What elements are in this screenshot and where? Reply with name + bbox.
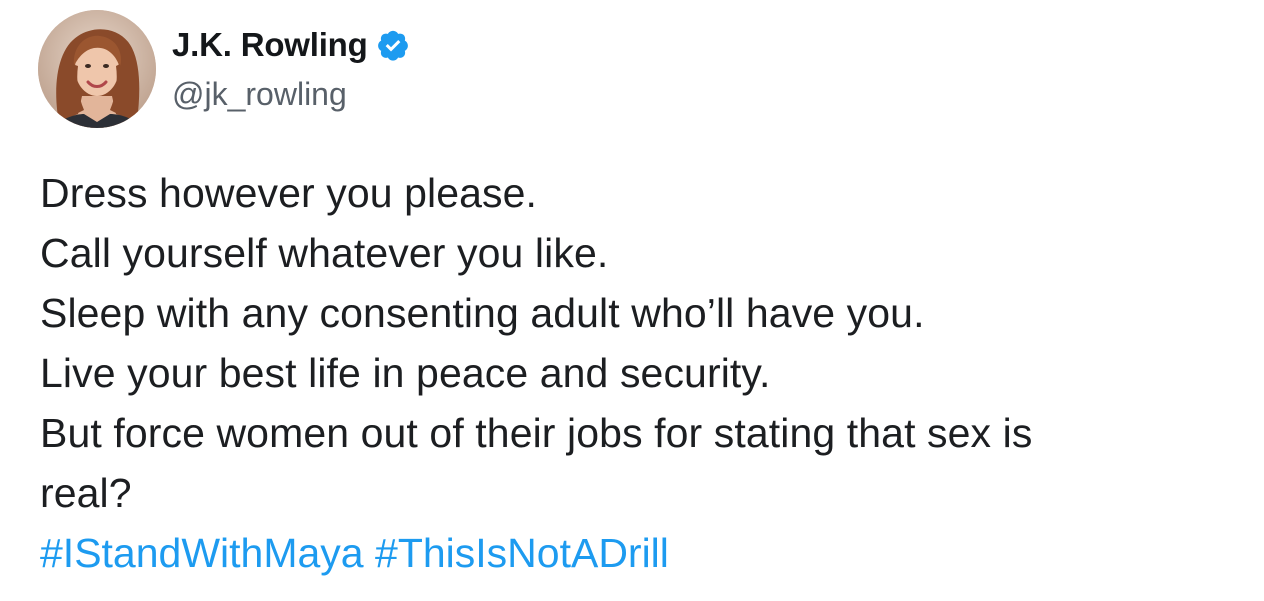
tweet-line: Sleep with any consenting adult who’ll h… xyxy=(40,290,925,336)
author-name-row: J.K. Rowling xyxy=(172,24,410,66)
tweet-text: Dress however you please. Call yourself … xyxy=(40,163,1262,583)
author-handle[interactable]: @jk_rowling xyxy=(172,76,347,113)
hashtag-row: #IStandWithMaya #ThisIsNotADrill xyxy=(40,523,1262,583)
verified-badge-icon xyxy=(376,28,410,62)
display-name[interactable]: J.K. Rowling xyxy=(172,26,368,64)
hashtag-link-istandwithmaya[interactable]: #IStandWithMaya xyxy=(40,530,364,576)
tweet-line: Live your best life in peace and securit… xyxy=(40,350,771,396)
tweet-line: But force women out of their jobs for st… xyxy=(40,410,1033,456)
tweet-line: real? xyxy=(40,470,132,516)
tweet-line: Call yourself whatever you like. xyxy=(40,230,609,276)
avatar[interactable] xyxy=(38,10,156,128)
tweet-line: Dress however you please. xyxy=(40,170,538,216)
avatar-photo xyxy=(38,10,156,128)
hashtag-link-thisisnotadrill[interactable]: #ThisIsNotADrill xyxy=(375,530,669,576)
tweet-card: J.K. Rowling @jk_rowling Dress however y… xyxy=(0,0,1264,601)
